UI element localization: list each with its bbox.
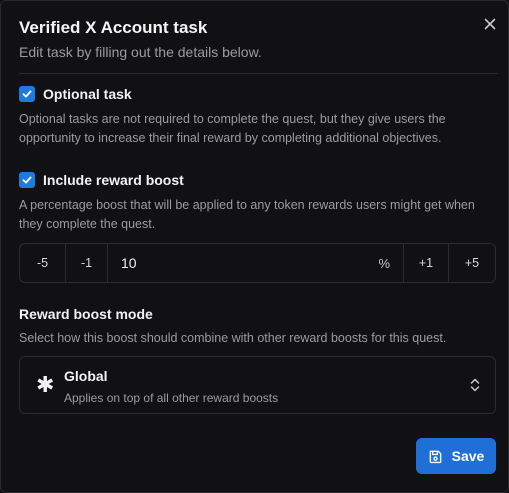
- boost-value-field: %: [108, 244, 403, 282]
- asterisk-icon: ✱: [36, 372, 55, 397]
- boost-mode-selected-label: Global: [64, 368, 108, 384]
- header-divider: [19, 73, 498, 74]
- percent-unit: %: [378, 255, 390, 271]
- optional-task-checkbox-row[interactable]: Optional task: [19, 86, 132, 102]
- check-icon: [22, 176, 32, 184]
- decrement-1-button[interactable]: -1: [66, 244, 108, 282]
- reward-boost-description: A percentage boost that will be applied …: [19, 198, 475, 231]
- boost-mode-title: Reward boost mode: [19, 306, 153, 322]
- dialog-title: Verified X Account task: [19, 18, 208, 37]
- reward-boost-stepper: -5 -1 % +1 +5: [19, 243, 496, 283]
- boost-mode-description: Select how this boost should combine wit…: [19, 331, 447, 345]
- save-icon: [429, 450, 441, 463]
- reward-boost-checkbox-row[interactable]: Include reward boost: [19, 172, 184, 188]
- save-button-label: Save: [451, 448, 485, 464]
- close-icon: [484, 18, 496, 30]
- boost-mode-select[interactable]: ✱ Global Applies on top of all other rew…: [19, 356, 496, 414]
- reward-boost-checkbox[interactable]: [19, 172, 35, 188]
- boost-mode-selected-description: Applies on top of all other reward boost…: [64, 391, 279, 405]
- optional-task-checkbox[interactable]: [19, 86, 35, 102]
- increment-5-button[interactable]: +5: [448, 244, 495, 282]
- edit-task-dialog: Verified X Account task Edit task by fil…: [0, 0, 509, 493]
- reward-boost-label: Include reward boost: [43, 172, 184, 188]
- increment-1-button[interactable]: +1: [403, 244, 448, 282]
- decrement-5-button[interactable]: -5: [20, 244, 66, 282]
- optional-task-label: Optional task: [43, 86, 132, 102]
- boost-value-input[interactable]: [121, 255, 321, 271]
- save-button[interactable]: Save: [416, 438, 496, 474]
- close-button[interactable]: [481, 15, 499, 33]
- check-icon: [22, 90, 32, 98]
- chevron-up-down-icon: [470, 378, 480, 392]
- optional-task-description: Optional tasks are not required to compl…: [19, 112, 446, 145]
- dialog-subtitle: Edit task by filling out the details bel…: [19, 44, 262, 60]
